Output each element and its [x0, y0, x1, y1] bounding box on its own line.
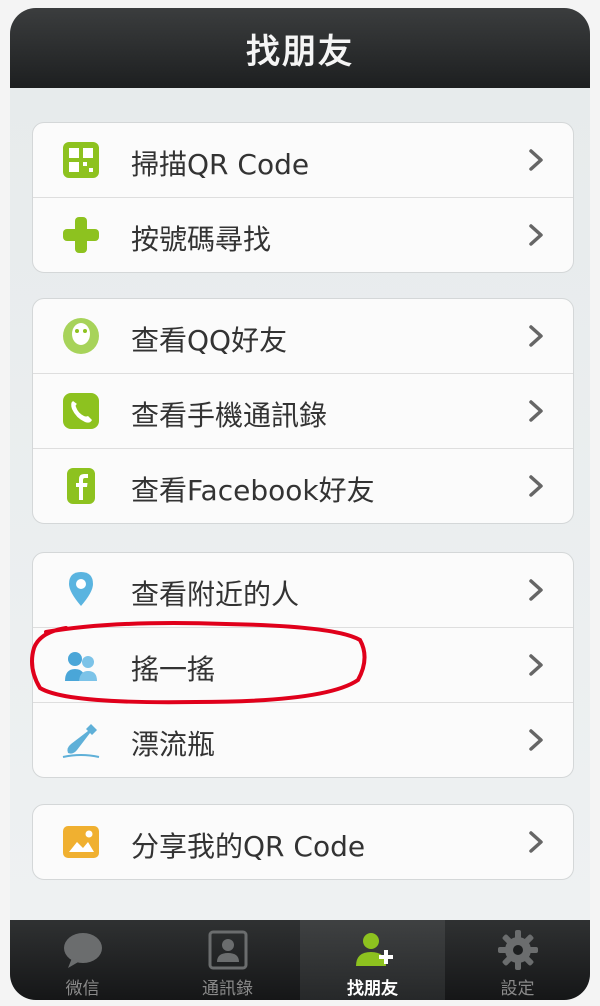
menu-item-qq-friends[interactable]: 查看QQ好友: [33, 299, 573, 374]
menu-item-label: 查看附近的人: [131, 578, 300, 611]
facebook-icon: [67, 468, 95, 504]
find-friends-icon: [355, 933, 393, 966]
chevron-right-icon: [529, 831, 543, 853]
chevron-right-icon: [529, 654, 543, 676]
tab-contacts[interactable]: 通訊錄: [155, 920, 300, 1000]
title-bar: 找朋友: [10, 8, 590, 88]
chevron-right-icon: [529, 729, 543, 751]
menu-item-scan-qr[interactable]: 掃描QR Code: [33, 123, 573, 198]
qq-icon: [63, 318, 99, 354]
menu-item-shake[interactable]: 搖一搖: [33, 628, 573, 703]
chevron-right-icon: [529, 579, 543, 601]
qr-scan-icon: [63, 142, 99, 178]
menu-item-share-qr[interactable]: 分享我的QR Code: [33, 805, 573, 879]
location-pin-icon: [69, 572, 93, 606]
menu-item-people-nearby[interactable]: 查看附近的人: [33, 553, 573, 628]
group-import: 查看QQ好友 查看手機通訊錄 查看Facebook好友: [32, 298, 574, 524]
tab-label: 微信: [65, 979, 100, 999]
phone-icon: [63, 393, 99, 429]
menu-item-label: 查看QQ好友: [131, 324, 288, 357]
chat-bubble-icon: [63, 933, 102, 968]
menu-item-phone-contacts[interactable]: 查看手機通訊錄: [33, 374, 573, 449]
tab-settings[interactable]: 設定: [445, 920, 590, 1000]
group-share: 分享我的QR Code: [32, 804, 574, 880]
tab-chats[interactable]: 微信: [10, 920, 155, 1000]
bottle-icon: [62, 724, 100, 758]
tab-label: 找朋友: [347, 979, 398, 999]
chevron-right-icon: [529, 400, 543, 422]
chevron-right-icon: [529, 149, 543, 171]
menu-item-label: 按號碼尋找: [131, 223, 272, 256]
share-qr-icon: [63, 826, 99, 858]
page-title: 找朋友: [246, 31, 354, 72]
tab-label: 通訊錄: [202, 979, 253, 999]
contacts-icon: [208, 930, 247, 970]
menu-item-label: 掃描QR Code: [131, 148, 310, 181]
menu-item-label: 查看Facebook好友: [131, 474, 375, 507]
tab-bar: 微信 通訊錄 找朋友 設定: [10, 920, 590, 1000]
find-friends-list: 掃描QR Code 按號碼尋找 查看QQ好友 查看手機通訊錄 查看Faceboo…: [10, 88, 590, 920]
chevron-right-icon: [529, 224, 543, 246]
tab-label: 設定: [500, 979, 535, 999]
menu-item-label: 查看手機通訊錄: [131, 399, 328, 432]
menu-item-facebook-friends[interactable]: 查看Facebook好友: [33, 449, 573, 523]
gear-icon: [497, 930, 538, 970]
chevron-right-icon: [529, 475, 543, 497]
group-add: 掃描QR Code 按號碼尋找: [32, 122, 574, 273]
group-discover: 查看附近的人 搖一搖 漂流瓶: [32, 552, 574, 778]
chevron-right-icon: [529, 325, 543, 347]
phone-screen: 找朋友 掃描QR Code 按號碼尋找 查看QQ好友 查看手機通訊錄 查看Fac…: [10, 8, 590, 1000]
menu-item-label: 分享我的QR Code: [131, 830, 366, 863]
tab-find-friends[interactable]: 找朋友: [300, 920, 445, 1000]
menu-item-label: 搖一搖: [131, 653, 216, 686]
menu-item-drift-bottle[interactable]: 漂流瓶: [33, 703, 573, 777]
plus-icon: [63, 217, 99, 253]
menu-item-search-number[interactable]: 按號碼尋找: [33, 198, 573, 272]
shake-icon: [65, 652, 97, 681]
menu-item-label: 漂流瓶: [131, 728, 216, 761]
